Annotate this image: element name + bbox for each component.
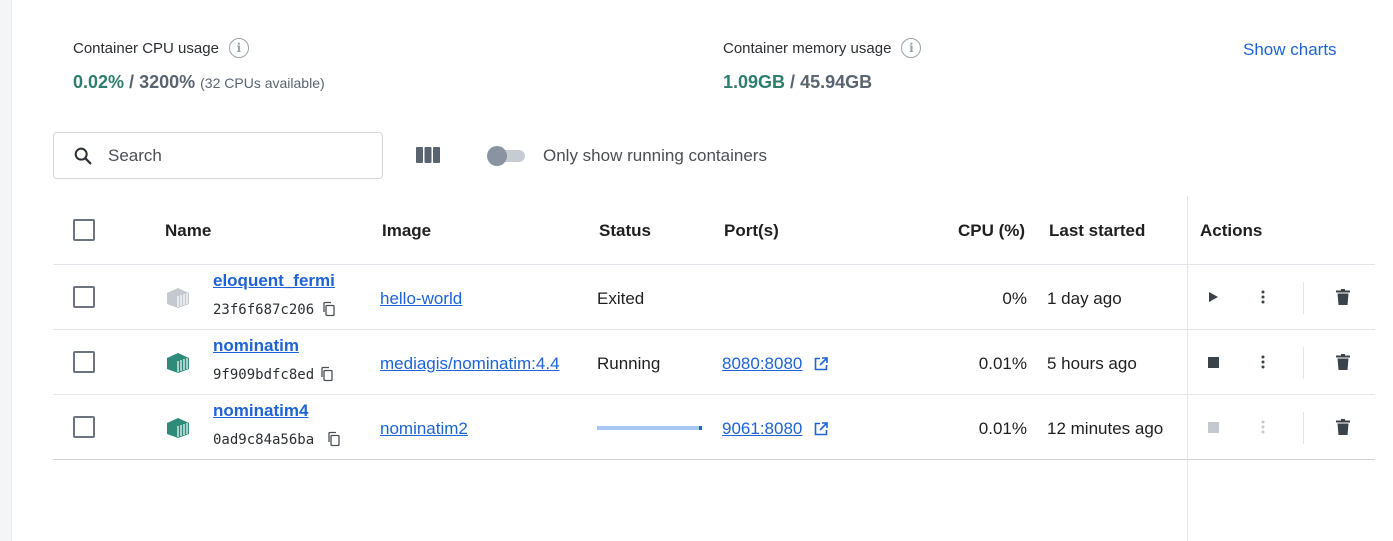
status-progress-bar [597, 426, 702, 430]
copy-icon[interactable] [326, 431, 342, 447]
image-link[interactable]: mediagis/nominatim:4.4 [380, 354, 560, 374]
start-button[interactable] [1203, 287, 1223, 307]
image-link[interactable]: hello-world [380, 289, 462, 309]
header-ports[interactable]: Port(s) [724, 221, 779, 241]
stop-icon [1207, 421, 1219, 433]
delete-button[interactable] [1333, 352, 1353, 372]
container-icon [167, 418, 189, 438]
left-rail [0, 0, 12, 541]
cpu-value: 0% [1002, 289, 1027, 308]
external-link-icon[interactable] [814, 422, 828, 436]
search-icon [74, 147, 92, 164]
row-checkbox[interactable] [73, 351, 95, 373]
memory-usage-stat: Container memory usage i 1.09GB / 45.94G… [723, 38, 922, 93]
copy-icon[interactable] [321, 301, 337, 317]
actions-column-divider [1187, 196, 1188, 541]
container-icon [167, 288, 189, 308]
cpu-value: 0.01% [978, 354, 1027, 373]
only-running-toggle[interactable] [487, 146, 525, 166]
stop-icon [1207, 356, 1219, 368]
memory-separator: / [785, 72, 801, 92]
last-started: 12 minutes ago [1047, 419, 1164, 438]
container-id: 9f909bdfc8ed [213, 367, 315, 383]
table-row: nominatim4 0ad9c84a56ba nominatim2 9061:… [53, 395, 1375, 460]
copy-icon[interactable] [319, 366, 335, 382]
last-started: 5 hours ago [1047, 354, 1137, 373]
cpu-value: 0.01% [978, 419, 1027, 438]
info-icon[interactable]: i [228, 38, 249, 58]
search-input[interactable] [108, 145, 368, 166]
trash-icon [1336, 289, 1350, 305]
info-icon[interactable]: i [901, 38, 922, 58]
last-started: 1 day ago [1047, 289, 1122, 308]
cpu-usage-stat: Container CPU usage i 0.02% / 3200% (32 … [73, 38, 325, 93]
trash-icon [1336, 354, 1350, 370]
image-link[interactable]: nominatim2 [380, 419, 468, 439]
container-name-link[interactable]: nominatim [213, 336, 299, 356]
container-id: 23f6f687c206 [213, 302, 315, 318]
status-text: Running [597, 354, 661, 373]
delete-button[interactable] [1333, 417, 1353, 437]
cpu-usage-value: 0.02% [73, 72, 125, 92]
cpu-separator: / [124, 72, 140, 92]
header-name[interactable]: Name [165, 221, 211, 241]
header-cpu[interactable]: CPU (%) [958, 221, 1025, 241]
play-icon [1209, 292, 1218, 302]
external-link-icon[interactable] [814, 357, 828, 371]
more-vert-icon [1261, 420, 1265, 434]
table-header: Name Image Status Port(s) CPU (%) Last s… [53, 196, 1375, 265]
memory-usage-label: Container memory usage [723, 39, 892, 57]
memory-usage-total: 45.94GB [800, 72, 873, 92]
only-running-label: Only show running containers [543, 146, 767, 165]
progress-fill [698, 426, 702, 430]
container-name-link[interactable]: nominatim4 [213, 401, 308, 421]
columns-icon[interactable] [415, 145, 441, 165]
select-all-checkbox[interactable] [73, 219, 95, 241]
header-image[interactable]: Image [382, 221, 431, 241]
cpu-usage-total: 3200% [139, 72, 196, 92]
container-id: 0ad9c84a56ba [213, 432, 315, 448]
port-link[interactable]: 9061:8080 [722, 419, 802, 439]
search-box[interactable] [53, 132, 383, 179]
delete-button[interactable] [1333, 287, 1353, 307]
status-text: Exited [597, 289, 645, 308]
table-row: eloquent_fermi 23f6f687c206 hello-world … [53, 265, 1375, 330]
more-actions-button[interactable] [1253, 352, 1273, 372]
more-vert-icon [1261, 355, 1265, 369]
header-actions: Actions [1200, 221, 1263, 240]
row-checkbox[interactable] [73, 416, 95, 438]
cpu-available-note: (32 CPUs available) [200, 75, 325, 91]
trash-icon [1336, 419, 1350, 435]
header-status[interactable]: Status [599, 221, 651, 241]
stop-button-disabled [1203, 417, 1223, 437]
more-vert-icon [1261, 290, 1265, 304]
container-icon [167, 353, 189, 373]
stop-button[interactable] [1203, 352, 1223, 372]
more-actions-button[interactable] [1253, 287, 1273, 307]
container-name-link[interactable]: eloquent_fermi [213, 271, 335, 291]
toggle-thumb [487, 146, 507, 166]
port-link[interactable]: 8080:8080 [722, 354, 802, 374]
table-row: nominatim 9f909bdfc8ed mediagis/nominati… [53, 330, 1375, 395]
show-charts-button[interactable]: Show charts [1243, 40, 1337, 60]
memory-usage-value: 1.09GB [723, 72, 786, 92]
row-checkbox[interactable] [73, 286, 95, 308]
header-last-started[interactable]: Last started [1049, 221, 1145, 241]
cpu-usage-label: Container CPU usage [73, 39, 219, 57]
more-actions-button-disabled [1253, 417, 1273, 437]
